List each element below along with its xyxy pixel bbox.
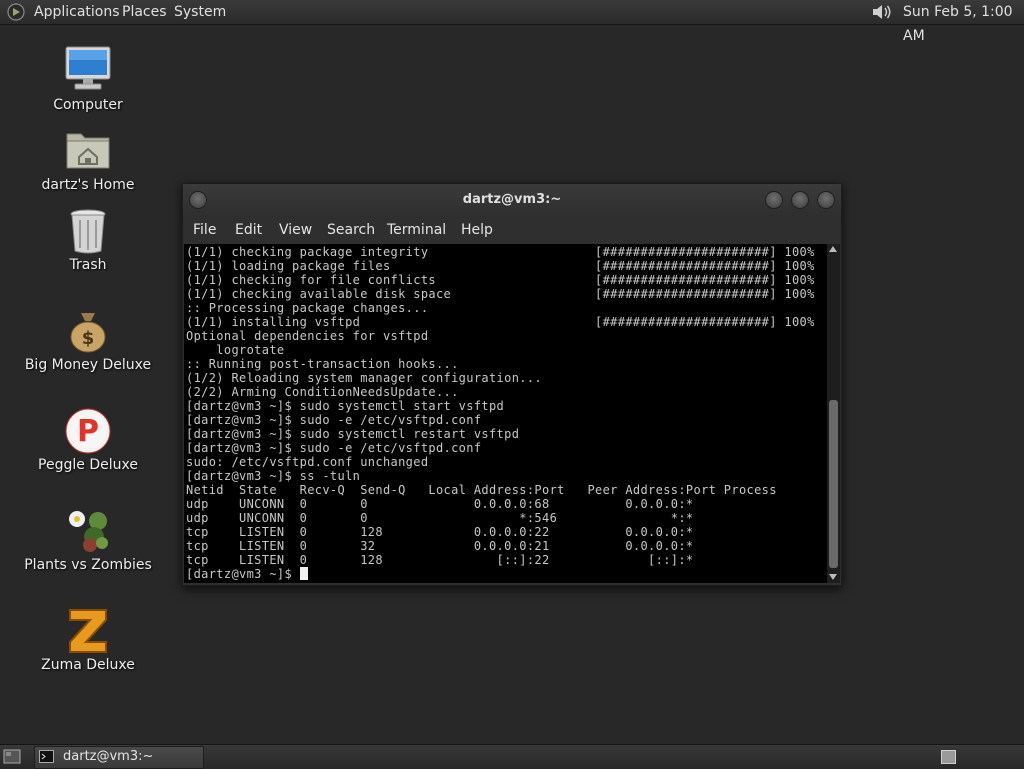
terminal-line: tcp LISTEN 0 32 0.0.0.0:21 0.0.0.0:* [186,539,694,553]
terminal-text: (1/1) checking package integrity [######… [186,245,815,581]
desktop-icon-peggle[interactable]: P Peggle Deluxe [18,406,158,476]
plants-vs-zombies-icon [69,511,108,552]
terminal-icon [39,750,54,763]
terminal-line: tcp LISTEN 0 128 [::]:22 [::]:* [186,553,694,567]
terminal-line: [dartz@vm3 ~]$ sudo systemctl start vsft… [186,399,505,413]
terminal-line: udp UNCONN 0 0 *:546 *:* [186,511,694,525]
show-desktop-icon[interactable] [3,749,21,764]
terminal-line: (1/1) checking for file conflicts [#####… [186,273,815,287]
places-menu[interactable]: Places [122,0,167,24]
menu-file[interactable]: File [193,222,216,238]
desktop-icon-label: dartz's Home [41,177,135,193]
menu-view[interactable]: View [279,222,312,238]
taskbar-item-terminal[interactable]: dartz@vm3:~ [34,746,204,769]
menu-search[interactable]: Search [327,222,375,238]
menu-terminal[interactable]: Terminal [387,222,446,238]
desktop-icon-label: Plants vs Zombies [24,557,152,573]
desktop-icon-label: Peggle Deluxe [38,457,138,473]
terminal-line: [dartz@vm3 ~]$ sudo -e /etc/vsftpd.conf [186,413,482,427]
svg-text:P: P [77,414,99,449]
terminal-line: :: Running post-transaction hooks... [186,357,459,371]
desktop-icon-home[interactable]: dartz's Home [18,126,158,196]
money-bag-icon: $ [70,313,106,353]
terminal-line: logrotate [216,343,285,357]
system-menu[interactable]: System [174,0,226,24]
trash-icon [70,209,106,254]
minimize-button[interactable] [765,191,783,209]
svg-text:$: $ [82,328,95,349]
zuma-icon [69,609,107,653]
terminal-line: [dartz@vm3 ~]$ ss -tuln [186,469,361,483]
terminal-output[interactable]: (1/1) checking package integrity [######… [184,244,827,583]
terminal-line: [dartz@vm3 ~]$ sudo systemctl restart vs… [186,427,520,441]
terminal-line: (1/1) checking available disk space [###… [186,287,815,301]
terminal-line: Optional dependencies for vsftpd [186,329,429,343]
peggle-icon: P [65,408,111,454]
applications-menu[interactable]: Applications [34,0,120,24]
maximize-button[interactable] [791,191,809,209]
terminal-line: (2/2) Arming ConditionNeedsUpdate... [186,385,459,399]
terminal-line: (1/1) loading package files [###########… [186,259,815,273]
desktop-icon-label: Big Money Deluxe [24,357,152,373]
scroll-up-arrow[interactable] [829,246,837,252]
applications-menu-icon[interactable] [7,3,25,21]
terminal-line: (1/1) checking package integrity [######… [186,245,815,259]
menu-edit[interactable]: Edit [235,222,262,238]
desktop-icon-label: Trash [69,257,107,273]
window-title: dartz@vm3:~ [462,192,562,207]
terminal-line: (1/1) installing vsftpd [###############… [186,315,815,329]
terminal-line: sudo: /etc/vsftpd.conf unchanged [186,455,429,469]
desktop-icon-label: Computer [53,97,123,113]
terminal-line: udp UNCONN 0 0 0.0.0.0:68 0.0.0.0:* [186,497,694,511]
bottom-panel: dartz@vm3:~ [0,744,1024,769]
terminal-line: :: Processing package changes... [186,301,429,315]
clock[interactable]: Sun Feb 5, 1:00 AM [903,0,1024,44]
taskbar-item-label: dartz@vm3:~ [63,749,154,764]
terminal-scrollbar[interactable] [827,244,840,583]
menu-help[interactable]: Help [461,222,493,238]
terminal-line: [dartz@vm3 ~]$ sudo -e /etc/vsftpd.conf [186,441,482,455]
computer-icon [65,46,111,90]
terminal-line: tcp LISTEN 0 128 0.0.0.0:22 0.0.0.0:* [186,525,694,539]
volume-icon[interactable] [870,2,894,22]
terminal-line: (1/2) Reloading system manager configura… [186,371,543,385]
workspace-switcher[interactable] [941,750,956,764]
desktop-icon-trash[interactable]: Trash [18,206,158,276]
desktop-icon-zuma[interactable]: Zuma Deluxe [18,606,158,676]
home-folder-icon [66,133,110,169]
scrollbar-thumb[interactable] [829,400,838,568]
close-button[interactable] [817,191,835,209]
desktop-icon-big-money[interactable]: $ Big Money Deluxe [18,306,158,376]
top-panel: Applications Places System Sun Feb 5, 1:… [0,0,1024,44]
terminal-window[interactable]: dartz@vm3:~ File Edit View Search Termin… [182,183,842,586]
terminal-line: Netid State Recv-Q Send-Q Local Address:… [186,483,777,497]
desktop-icon-computer[interactable]: Computer [18,44,158,116]
desktop-icon-plants-vs-zombies[interactable]: Plants vs Zombies [18,506,158,576]
desktop-icon-label: Zuma Deluxe [41,657,135,673]
terminal-menubar: File Edit View Search Terminal Help [183,217,841,244]
terminal-prompt: [dartz@vm3 ~]$ [186,567,300,581]
scroll-down-arrow[interactable] [829,574,837,580]
terminal-cursor [299,567,308,580]
window-titlebar[interactable]: dartz@vm3:~ [183,184,841,217]
